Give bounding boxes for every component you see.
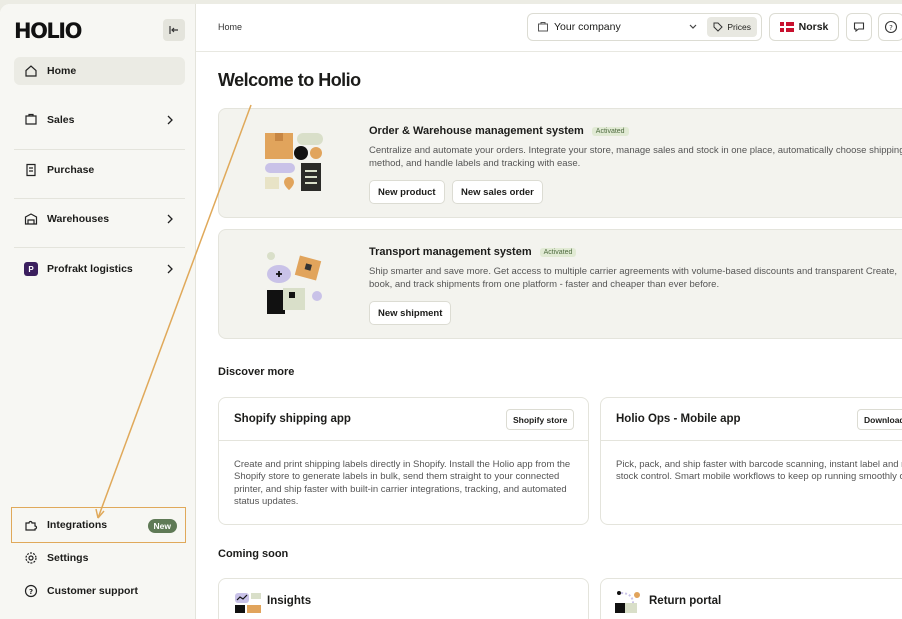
chat-icon — [853, 22, 865, 33]
discover-more-heading: Discover more — [218, 366, 295, 378]
chevron-right-icon — [167, 214, 173, 224]
card-title: Insights — [267, 595, 312, 607]
app-logo[interactable]: HOLIO — [14, 19, 82, 43]
sidebar-item-label: Purchase — [47, 164, 95, 176]
new-badge: New — [147, 519, 177, 533]
receipt-icon — [23, 162, 39, 178]
divider — [14, 247, 185, 248]
price-tag-icon — [713, 22, 724, 32]
transport-illustration-icon — [267, 252, 322, 314]
sidebar-item-label: Profrakt logistics — [47, 263, 133, 275]
shopify-app-card: Shopify shipping app Shopify store Creat… — [218, 397, 589, 525]
sidebar-item-profrakt-logistics[interactable]: P Profrakt logistics — [14, 255, 185, 283]
help-icon: ? — [23, 583, 39, 599]
system-title-text: Order & Warehouse management system — [369, 125, 584, 137]
system-title-text: Transport management system — [369, 246, 532, 258]
home-icon — [23, 63, 39, 79]
gear-icon — [23, 550, 39, 566]
sidebar-item-integrations[interactable]: Integrations New — [14, 511, 185, 539]
help-icon: ? — [884, 20, 898, 34]
sidebar-item-settings[interactable]: Settings — [14, 544, 185, 572]
puzzle-icon — [23, 517, 39, 533]
sidebar-item-label: Integrations — [47, 519, 108, 531]
company-select[interactable]: Your company Prices — [527, 13, 762, 41]
sidebar-item-purchase[interactable]: Purchase — [14, 156, 185, 184]
card-description: Create and print shipping labels directl… — [234, 459, 571, 507]
collapse-icon — [169, 26, 178, 34]
card-header: Shopify shipping app Shopify store — [219, 398, 588, 441]
chevron-down-icon — [689, 24, 697, 29]
sidebar-item-customer-support[interactable]: ? Customer support — [14, 577, 185, 605]
shopify-store-button[interactable]: Shopify store — [506, 409, 575, 430]
transport-management-card: Transport management system Activated Sh… — [218, 229, 902, 339]
sidebar-item-warehouses[interactable]: Warehouses — [14, 205, 185, 233]
order-warehouse-card: Order & Warehouse management system Acti… — [218, 108, 902, 218]
download-button[interactable]: Download — [857, 409, 902, 430]
card-title: Return portal — [649, 595, 722, 607]
chevron-right-icon — [167, 115, 173, 125]
card-header: Holio Ops - Mobile app Download — [601, 398, 902, 441]
sidebar-item-label: Warehouses — [47, 213, 110, 225]
app-window: HOLIO Home Sales Purchase Warehouses P P — [0, 4, 902, 619]
help-button[interactable]: ? — [878, 13, 902, 41]
new-product-button[interactable]: New product — [369, 180, 445, 204]
sidebar-item-label: Home — [47, 65, 77, 77]
sidebar-item-sales[interactable]: Sales — [14, 106, 185, 134]
breadcrumb[interactable]: Home — [218, 22, 242, 32]
chat-button[interactable] — [846, 13, 872, 41]
top-header: Home Your company Prices Norsk ? — [196, 4, 902, 52]
card-title: Shopify shipping app — [234, 413, 351, 425]
new-shipment-button[interactable]: New shipment — [369, 301, 452, 325]
status-badge: Activated — [539, 247, 577, 257]
insights-card: Insights — [218, 578, 589, 619]
sidebar-item-label: Customer support — [47, 585, 139, 597]
return-portal-card: Return portal — [600, 578, 902, 619]
collapse-sidebar-button[interactable] — [163, 19, 185, 41]
language-label: Norsk — [798, 21, 829, 33]
insights-icon — [235, 593, 261, 613]
warehouse-icon — [23, 211, 39, 227]
profrakt-logo-icon: P — [24, 262, 38, 276]
sidebar-item-home[interactable]: Home — [14, 57, 185, 85]
warehouse-illustration-icon — [265, 133, 323, 191]
system-title: Transport management system Activated — [369, 246, 577, 258]
main-content: Welcome to Holio Order & Warehouse manag… — [196, 52, 902, 619]
system-description: Ship smarter and save more. Get access t… — [369, 266, 898, 290]
svg-text:?: ? — [889, 24, 893, 32]
building-icon — [538, 22, 548, 32]
language-selector[interactable]: Norsk — [769, 13, 839, 41]
card-description: Pick, pack, and ship faster with barcode… — [616, 459, 902, 483]
mobile-app-card: Holio Ops - Mobile app Download Pick, pa… — [600, 397, 902, 525]
divider — [14, 149, 185, 150]
divider — [14, 198, 185, 199]
prices-button[interactable]: Prices — [707, 17, 757, 37]
status-badge: Activated — [591, 126, 629, 136]
new-sales-order-button[interactable]: New sales order — [452, 180, 543, 204]
company-select-value: Your company — [554, 21, 621, 33]
coming-soon-heading: Coming soon — [218, 548, 289, 560]
prices-label: Prices — [727, 22, 751, 32]
svg-text:?: ? — [29, 588, 33, 596]
card-title: Holio Ops - Mobile app — [616, 413, 741, 425]
sidebar-item-label: Settings — [47, 552, 89, 564]
return-portal-icon — [615, 591, 640, 613]
sidebar: HOLIO Home Sales Purchase Warehouses P P — [0, 4, 196, 619]
cart-icon — [23, 112, 39, 128]
sidebar-item-label: Sales — [47, 114, 75, 126]
page-title: Welcome to Holio — [218, 70, 361, 90]
chevron-right-icon — [167, 264, 173, 274]
norway-flag-icon — [779, 22, 794, 32]
system-title: Order & Warehouse management system Acti… — [369, 125, 629, 137]
system-description: Centralize and automate your orders. Int… — [369, 145, 902, 169]
